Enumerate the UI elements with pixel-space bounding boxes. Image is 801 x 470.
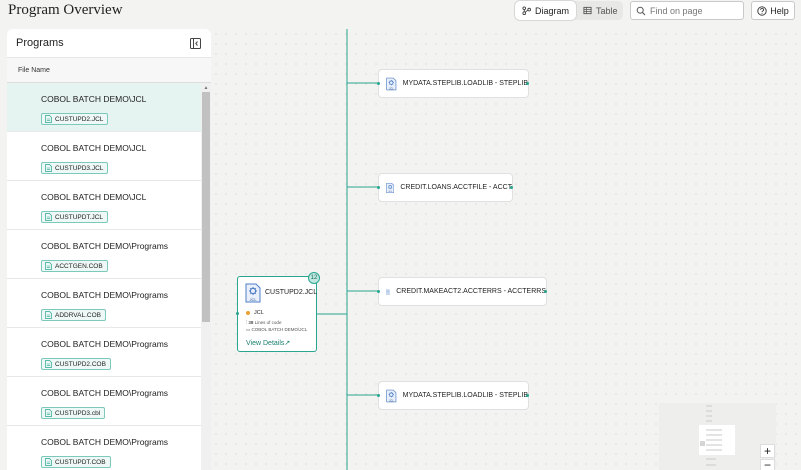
- jcl-file-icon: JCL: [386, 182, 395, 193]
- jcl-icon-text: JCL: [389, 398, 394, 402]
- jcl-file-icon: JCL: [386, 389, 397, 402]
- program-type-label: JCL: [254, 310, 264, 316]
- program-node-name: CUSTUPD2.JCL: [265, 289, 318, 296]
- node-label: MYDATA.STEPLIB.LOADLIB - STEPLIB: [402, 392, 528, 399]
- jcl-icon-text: JCL: [389, 86, 394, 90]
- lines-of-code: ⫶ 38 Lines of code: [246, 320, 281, 325]
- zoom-in-button[interactable]: +: [760, 444, 775, 458]
- minimap-preview: [699, 405, 735, 466]
- type-dot-icon: [246, 311, 250, 315]
- input-port: [377, 394, 380, 397]
- zoom-out-icon: −: [763, 458, 771, 470]
- jcl-file-icon: JCL: [245, 283, 261, 303]
- output-port: [526, 394, 529, 397]
- dataset-node[interactable]: JCL MYDATA.STEPLIB.LOADLIB - STEPLIB: [377, 70, 529, 97]
- dataset-node[interactable]: JCL CREDIT.MAKEACT2.ACCTERRS - ACCTERRS: [377, 278, 547, 305]
- program-type: JCL: [246, 310, 264, 316]
- node-label: CREDIT.LOANS.ACCTFILE - ACCT: [400, 184, 512, 191]
- output-port: [510, 186, 513, 189]
- output-port: [526, 82, 529, 85]
- view-details-label: View Details: [246, 340, 285, 347]
- program-folder: ▭ COBOL BATCH DEMO\JCL: [246, 327, 307, 333]
- connection-count-badge: 12: [308, 272, 320, 284]
- input-port: [377, 186, 380, 189]
- zoom-in-icon: +: [763, 444, 771, 458]
- zoom-out-button[interactable]: −: [760, 458, 775, 470]
- dataset-node[interactable]: JCL MYDATA.STEPLIB.LOADLIB - STEPLIB: [377, 382, 529, 409]
- folder-icon: ▭: [246, 327, 251, 332]
- loc-value: 38: [248, 320, 254, 325]
- input-port: [377, 82, 380, 85]
- dataset-node[interactable]: JCL CREDIT.LOANS.ACCTFILE - ACCT: [377, 174, 513, 201]
- external-link-icon: ↗: [284, 340, 291, 347]
- jcl-icon-text: JCL: [249, 297, 257, 302]
- node-label: MYDATA.STEPLIB.LOADLIB - STEPLIB: [402, 80, 528, 87]
- node-label: CREDIT.MAKEACT2.ACCTERRS - ACCTERRS: [396, 288, 546, 295]
- output-port: [544, 290, 547, 293]
- loc-label: Lines of code: [254, 320, 282, 325]
- program-input-port: [236, 312, 239, 315]
- view-details-link[interactable]: View Details↗: [246, 339, 290, 347]
- folder-label: COBOL BATCH DEMO\JCL: [251, 327, 308, 332]
- jcl-file-icon: JCL: [386, 288, 391, 295]
- program-node[interactable]: JCL CUSTUPD2.JCL JCL ⫶ 38 Lines of code …: [237, 276, 317, 352]
- lines-icon: ⫶: [246, 320, 248, 325]
- jcl-file-icon: JCL: [386, 77, 397, 90]
- input-port: [377, 290, 380, 293]
- minimap[interactable]: [659, 403, 776, 470]
